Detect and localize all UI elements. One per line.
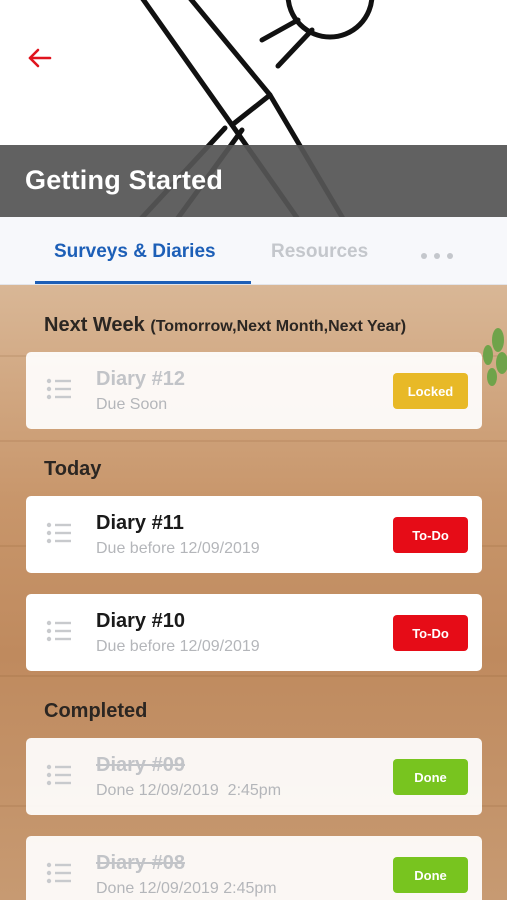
- tab-resources[interactable]: Resources: [271, 241, 368, 263]
- diary-due: Due before 12/09/2019: [96, 638, 260, 655]
- hero-header: Getting Started: [0, 0, 507, 217]
- status-badge[interactable]: To-Do: [393, 615, 468, 651]
- diary-list[interactable]: Next Week (Tomorrow,Next Month,Next Year…: [0, 285, 507, 900]
- plant-decoration: [483, 328, 507, 386]
- active-tab-indicator: [35, 281, 251, 284]
- list-item[interactable]: Diary #12 Due Soon Locked: [26, 352, 482, 429]
- diary-due: Done 12/09/2019 2:45pm: [96, 782, 282, 799]
- tab-surveys-diaries[interactable]: Surveys & Diaries: [54, 241, 216, 263]
- back-button[interactable]: [22, 40, 58, 76]
- diary-name: Diary #10: [96, 610, 185, 632]
- list-icon: [46, 764, 71, 786]
- diary-name: Diary #08: [96, 852, 185, 874]
- diary-name: Diary #09: [96, 754, 185, 776]
- section-title: Next Week: [44, 314, 145, 336]
- list-item[interactable]: Diary #08 Done 12/09/2019 2:45pm Done: [26, 836, 482, 900]
- page-title: Getting Started: [25, 165, 224, 195]
- list-icon: [46, 522, 71, 544]
- diary-due: Due before 12/09/2019: [96, 540, 260, 557]
- list-item[interactable]: Diary #09 Done 12/09/2019 2:45pm Done: [26, 738, 482, 815]
- tab-bar: Surveys & Diaries Resources: [0, 217, 507, 285]
- list-icon: [46, 378, 71, 400]
- section-heading-today: Today: [44, 458, 102, 480]
- arrow-left-icon: [28, 48, 52, 68]
- diary-due: Done 12/09/2019 2:45pm: [96, 880, 277, 897]
- list-item[interactable]: Diary #11 Due before 12/09/2019 To-Do: [26, 496, 482, 573]
- section-subtitle: (Tomorrow,Next Month,Next Year): [150, 318, 407, 335]
- diary-name: Diary #11: [96, 512, 184, 534]
- diary-name: Diary #12: [96, 368, 185, 390]
- list-icon: [46, 862, 71, 884]
- status-badge: Done: [393, 857, 468, 893]
- list-item[interactable]: Diary #10 Due before 12/09/2019 To-Do: [26, 594, 482, 671]
- more-dots-icon[interactable]: [421, 251, 453, 261]
- status-badge[interactable]: To-Do: [393, 517, 468, 553]
- status-badge: Done: [393, 759, 468, 795]
- list-icon: [46, 620, 71, 642]
- title-bar: Getting Started: [0, 145, 507, 217]
- status-badge: Locked: [393, 373, 468, 409]
- section-heading-next-week: Next Week (Tomorrow,Next Month,Next Year…: [44, 314, 406, 337]
- section-heading-completed: Completed: [44, 700, 148, 722]
- diary-due: Due Soon: [96, 396, 168, 413]
